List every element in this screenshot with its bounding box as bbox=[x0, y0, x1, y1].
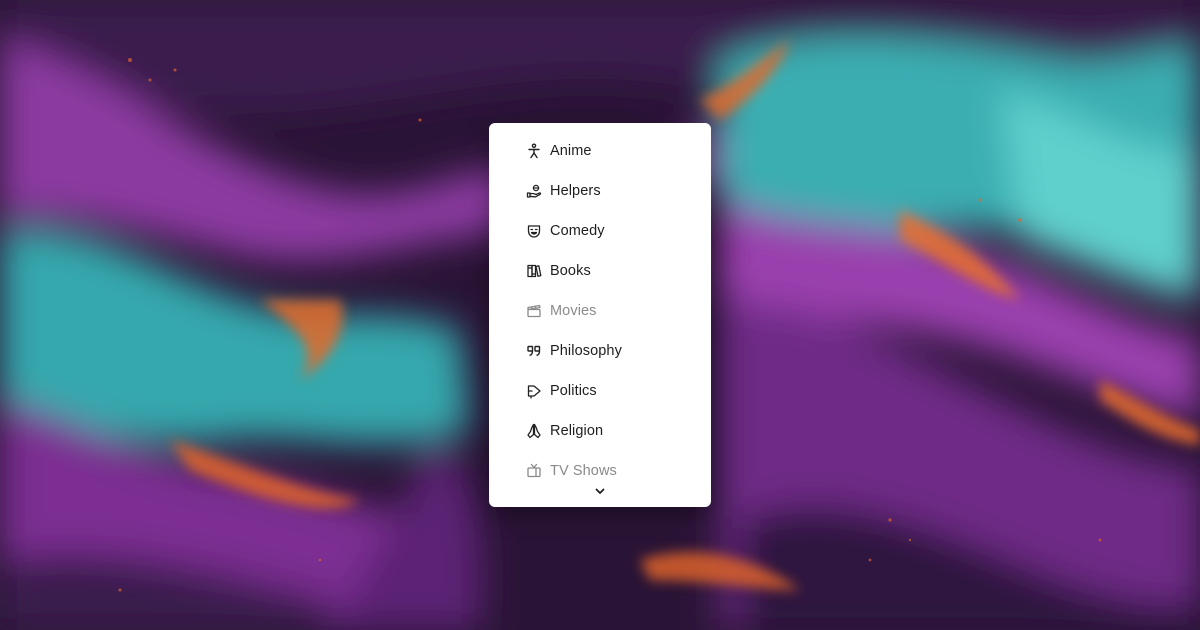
category-dropdown-menu: Anime Helpers Comedy Books Movies Philos… bbox=[489, 123, 711, 507]
chevron-down-icon bbox=[594, 484, 606, 502]
megaphone-icon bbox=[525, 382, 543, 400]
menu-item-label: Anime bbox=[550, 143, 592, 159]
helping-hand-icon bbox=[525, 182, 543, 200]
menu-item-label: Philosophy bbox=[550, 343, 622, 359]
clapperboard-icon bbox=[525, 302, 543, 320]
menu-item-label: TV Shows bbox=[550, 463, 617, 479]
menu-item-books[interactable]: Books bbox=[489, 251, 711, 291]
person-icon bbox=[525, 142, 543, 160]
menu-item-comedy[interactable]: Comedy bbox=[489, 211, 711, 251]
tv-icon bbox=[525, 462, 543, 480]
menu-item-philosophy[interactable]: Philosophy bbox=[489, 331, 711, 371]
menu-item-helpers[interactable]: Helpers bbox=[489, 171, 711, 211]
praying-hands-icon bbox=[525, 422, 543, 440]
theater-mask-icon bbox=[525, 222, 543, 240]
menu-item-label: Helpers bbox=[550, 183, 601, 199]
menu-item-label: Politics bbox=[550, 383, 597, 399]
books-icon bbox=[525, 262, 543, 280]
scroll-down-button[interactable] bbox=[489, 483, 711, 503]
menu-item-religion[interactable]: Religion bbox=[489, 411, 711, 451]
menu-item-label: Religion bbox=[550, 423, 604, 439]
menu-item-politics[interactable]: Politics bbox=[489, 371, 711, 411]
menu-item-label: Movies bbox=[550, 303, 597, 319]
quote-icon bbox=[525, 342, 543, 360]
menu-item-label: Books bbox=[550, 263, 591, 279]
menu-item-anime[interactable]: Anime bbox=[489, 131, 711, 171]
menu-item-movies[interactable]: Movies bbox=[489, 291, 711, 331]
menu-item-label: Comedy bbox=[550, 223, 605, 239]
